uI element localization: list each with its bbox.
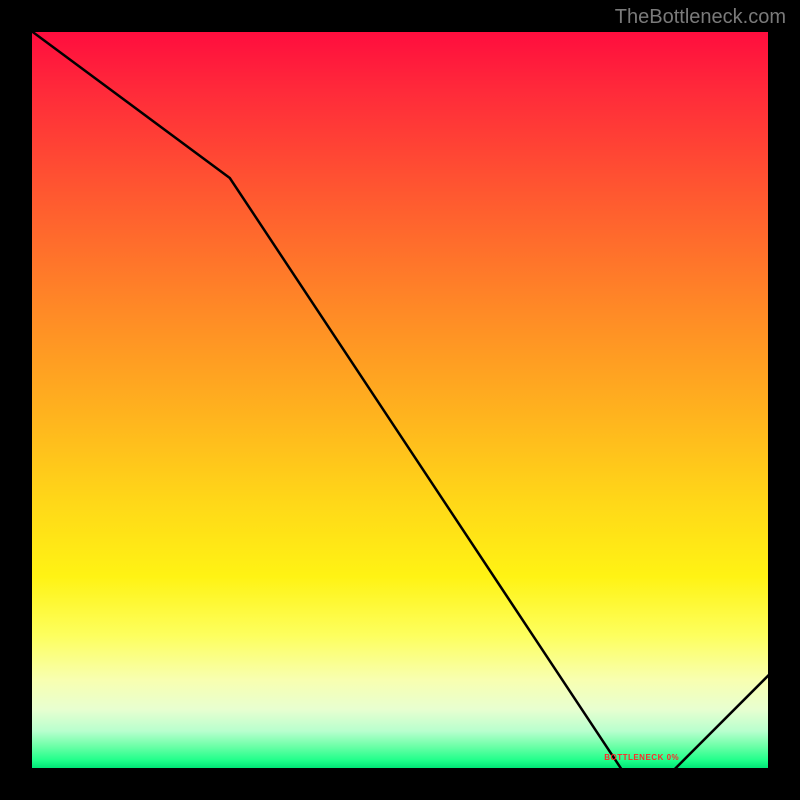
chart-container: TheBottleneck.com BOTTLENECK 0%	[0, 0, 800, 800]
bottleneck-curve-line	[30, 30, 770, 770]
bottleneck-zero-label: BOTTLENECK 0%	[604, 753, 679, 762]
line-chart-svg	[30, 30, 770, 770]
watermark-text: TheBottleneck.com	[615, 6, 786, 29]
